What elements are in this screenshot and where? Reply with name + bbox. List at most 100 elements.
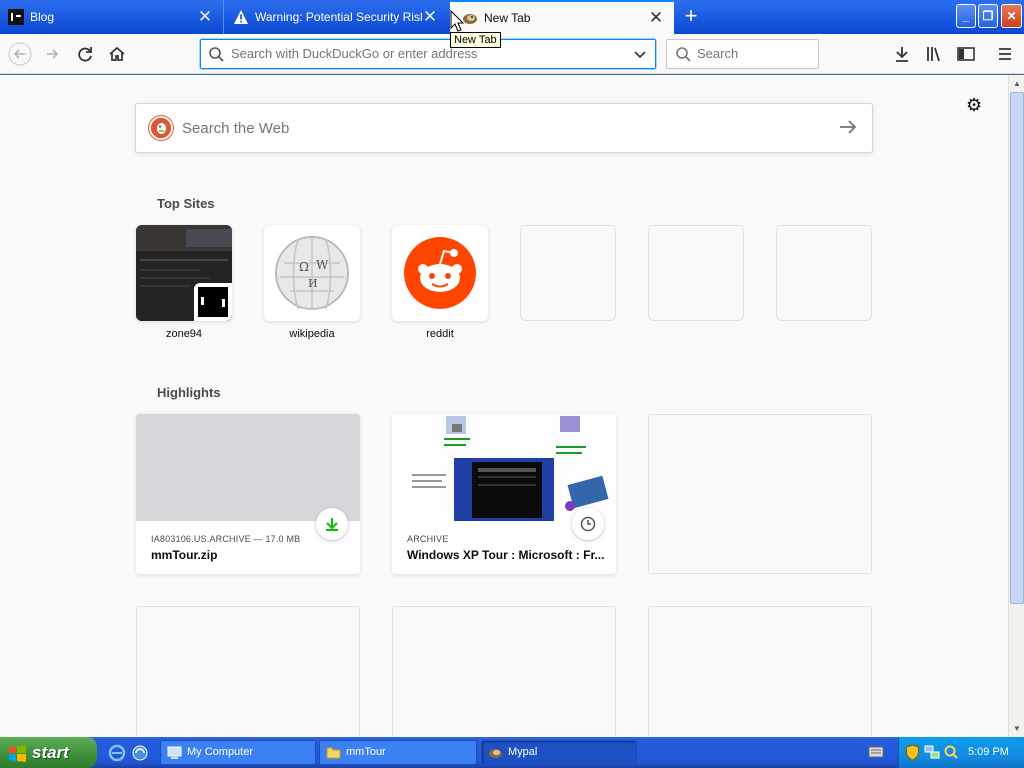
taskbar-item[interactable]: My Computer [160, 740, 316, 765]
highlight-source: IA803106.US.ARCHIVE — 17.0 MB [151, 534, 301, 544]
highlight-thumbnail [392, 414, 616, 521]
minimize-window-button[interactable]: _ [956, 4, 976, 28]
web-search-input[interactable] [182, 120, 782, 137]
folder-icon [326, 747, 341, 759]
sidebar-icon [957, 47, 975, 61]
search-tray-icon[interactable] [943, 744, 959, 761]
home-button[interactable] [105, 42, 129, 66]
menu-button[interactable] [993, 42, 1017, 66]
svg-text:W: W [316, 258, 329, 272]
tab-close-icon[interactable]: ✕ [422, 8, 438, 25]
library-button[interactable] [922, 42, 946, 66]
mypal-favicon-icon [463, 14, 477, 24]
security-shield-icon[interactable] [905, 744, 920, 761]
scroll-up-icon[interactable]: ▲ [1010, 76, 1024, 91]
highlights-heading: Highlights [157, 385, 221, 400]
tab-close-icon[interactable]: ✕ [197, 8, 213, 25]
downloads-button[interactable] [890, 42, 914, 66]
forward-button[interactable] [41, 42, 65, 66]
navigation-toolbar [0, 34, 1024, 74]
maximize-window-button[interactable]: ❐ [978, 4, 998, 28]
mouse-cursor [450, 9, 465, 37]
windows-flag-icon [9, 745, 26, 762]
zone94-thumbnail [136, 225, 232, 321]
search-icon [676, 47, 691, 62]
blog-favicon-icon [8, 9, 24, 25]
back-arrow-icon [8, 42, 32, 66]
highlight-title: Windows XP Tour : Microsoft : Fr... [407, 548, 605, 562]
highlight-placeholder [648, 414, 872, 574]
computer-icon [167, 746, 182, 759]
internet-explorer-icon[interactable] [108, 744, 126, 762]
home-icon [109, 46, 125, 61]
taskbar-item-label: mmTour [346, 746, 386, 758]
gear-icon[interactable]: ⚙ [966, 95, 982, 116]
new-tab-page: ⚙ Top Sites zone94 ΩWИ wikipedia reddit [0, 75, 1008, 737]
tab-close-icon[interactable]: ✕ [648, 9, 664, 26]
svg-text:Ω: Ω [299, 260, 309, 274]
tab-title: Blog [30, 10, 55, 24]
vertical-scrollbar[interactable]: ▲ ▼ [1008, 75, 1024, 737]
system-clock: 5:09 PM [968, 746, 1009, 758]
top-site-tile[interactable]: zone94 [136, 225, 232, 340]
search-input[interactable] [697, 46, 807, 61]
back-button[interactable] [8, 42, 32, 66]
top-site-placeholder [776, 225, 872, 321]
forward-arrow-icon [47, 49, 59, 59]
library-icon [927, 47, 940, 62]
download-icon [896, 47, 908, 62]
tab-security-warning[interactable]: Warning: Potential Security Risk Ahead ✕ [225, 0, 448, 34]
highlight-placeholder [136, 606, 360, 737]
tab-new-tab[interactable]: New Tab ✕ [450, 0, 674, 34]
mypal-browser-icon[interactable] [131, 744, 149, 762]
taskbar-item-active[interactable]: Mypal [481, 740, 637, 765]
svg-text:И: И [308, 277, 318, 290]
tab-title: New Tab [484, 11, 531, 25]
start-button[interactable]: start [0, 737, 97, 768]
top-site-tile[interactable]: ΩWИ wikipedia [264, 225, 360, 340]
close-window-button[interactable]: ✕ [1001, 4, 1022, 28]
tab-strip: Blog ✕ Warning: Potential Security Risk … [0, 0, 1024, 34]
taskbar-item-label: My Computer [187, 746, 254, 758]
top-site-placeholder [520, 225, 616, 321]
address-bar[interactable] [200, 39, 656, 69]
top-site-placeholder [648, 225, 744, 321]
arrow-right-icon[interactable] [838, 118, 858, 141]
taskbar-item[interactable]: mmTour [319, 740, 477, 765]
top-site-label: wikipedia [289, 328, 335, 340]
highlight-placeholder [648, 606, 872, 737]
download-icon [316, 508, 348, 540]
chevron-down-icon[interactable] [631, 45, 649, 63]
top-site-label: reddit [426, 328, 454, 340]
reload-icon [78, 47, 92, 62]
highlight-source: ARCHIVE [407, 534, 449, 544]
scroll-down-icon[interactable]: ▼ [1010, 721, 1024, 736]
hamburger-menu-icon [999, 48, 1011, 60]
reddit-logo-icon [392, 225, 488, 321]
highlight-thumbnail [136, 414, 360, 521]
start-label: start [32, 743, 69, 762]
reload-button[interactable] [73, 42, 97, 66]
address-input[interactable] [231, 46, 621, 61]
scrollbar-thumb[interactable] [1010, 92, 1024, 604]
highlight-card[interactable]: IA803106.US.ARCHIVE — 17.0 MB mmTour.zip [136, 414, 360, 574]
warning-icon [234, 10, 248, 24]
network-icon[interactable] [924, 744, 940, 761]
keyboard-language-icon[interactable] [868, 745, 884, 759]
sidebar-button[interactable] [954, 42, 978, 66]
duckduckgo-logo-icon [149, 116, 173, 140]
top-sites-heading: Top Sites [157, 196, 215, 211]
highlight-card[interactable]: ARCHIVE Windows XP Tour : Microsoft : Fr… [392, 414, 616, 574]
tab-title: Warning: Potential Security Risk Ahead [255, 10, 422, 24]
tab-blog[interactable]: Blog ✕ [0, 0, 224, 34]
search-bar[interactable] [666, 39, 819, 69]
wikipedia-logo-icon: ΩWИ [264, 225, 360, 321]
new-tab-button[interactable]: + [680, 5, 702, 28]
search-icon [209, 47, 224, 62]
web-search-box[interactable] [135, 103, 873, 153]
highlight-title: mmTour.zip [151, 548, 218, 562]
windows-taskbar: start My Computer mmTour Mypal 5:09 PM [0, 737, 1024, 768]
top-site-tile[interactable]: reddit [392, 225, 488, 340]
taskbar-item-label: Mypal [508, 746, 538, 758]
mypal-icon [489, 749, 502, 758]
